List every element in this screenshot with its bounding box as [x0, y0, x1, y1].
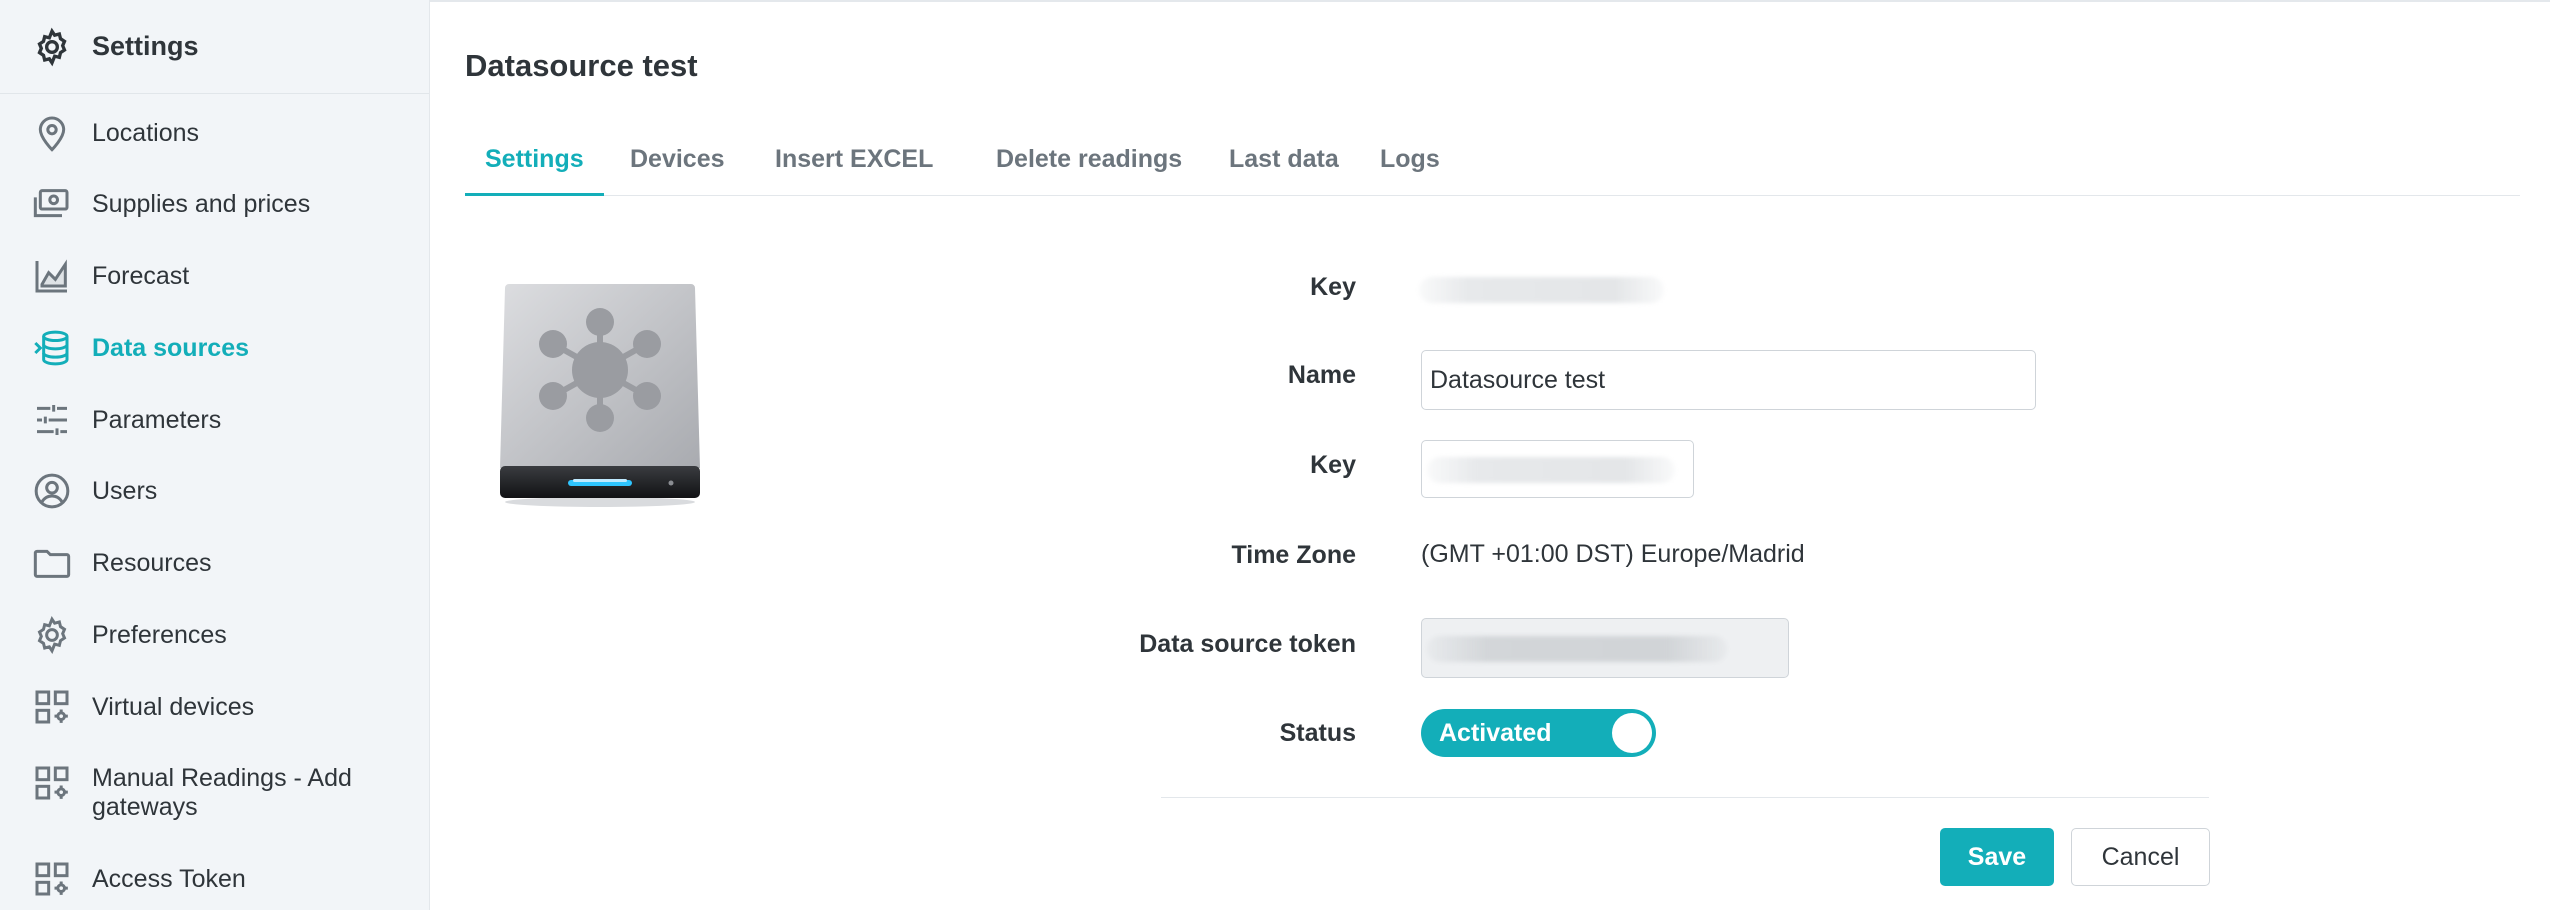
- name-label: Name: [1287, 361, 1356, 389]
- status-toggle-label: Activated: [1439, 719, 1552, 747]
- tab-devices[interactable]: Devices: [610, 130, 745, 196]
- sidebar-item-parameters[interactable]: Parameters: [0, 400, 430, 440]
- chart-area-icon: [35, 259, 67, 293]
- sidebar-item-label: Access Token: [92, 864, 246, 893]
- key-input[interactable]: [1421, 440, 1694, 498]
- timezone-label: Time Zone: [1231, 541, 1356, 569]
- sidebar-item-label: Virtual devices: [92, 692, 255, 721]
- sidebar-item-label: Supplies and prices: [92, 189, 311, 218]
- key2-label: Key: [1310, 451, 1356, 479]
- key-value-redacted: [1419, 277, 1664, 303]
- sidebar-title: Settings: [92, 31, 199, 61]
- database-icon: [34, 330, 69, 366]
- grid-gear-icon: [35, 862, 69, 896]
- page-title: Datasource test: [465, 48, 698, 83]
- sidebar-item-resources[interactable]: Resources: [0, 543, 430, 583]
- sidebar-item-preferences[interactable]: Preferences: [0, 615, 430, 655]
- form-labels: Key Name Key Time Zone Data source token…: [831, 0, 1356, 910]
- money-icon: [33, 189, 69, 218]
- sidebar-item-label: Users: [92, 476, 158, 505]
- gear-icon: [37, 27, 67, 66]
- sidebar-item-label: Preferences: [92, 620, 227, 649]
- name-input[interactable]: [1421, 350, 2036, 410]
- status-toggle[interactable]: Activated: [1421, 709, 1656, 757]
- grid-gear-icon: [35, 766, 69, 800]
- sidebar-item-label: Locations: [92, 118, 200, 147]
- folder-icon: [33, 549, 71, 578]
- sidebar-item-forecast[interactable]: Forecast: [0, 256, 430, 296]
- sidebar-item-access-token[interactable]: Access Token: [0, 859, 430, 899]
- tab-settings[interactable]: Settings: [465, 130, 604, 196]
- datasource-drive-icon: [500, 284, 700, 507]
- sidebar-header: Settings: [0, 0, 429, 94]
- save-button[interactable]: Save: [1940, 828, 2054, 886]
- sidebar-item-label: Resources: [92, 548, 212, 577]
- status-label: Status: [1279, 719, 1356, 747]
- sidebar-item-label: Parameters: [92, 405, 222, 434]
- sidebar-item-manual-readings[interactable]: Manual Readings - Add gateways: [0, 763, 430, 823]
- token-label: Data source token: [1139, 630, 1356, 658]
- sidebar-item-label: Data sources: [92, 333, 250, 362]
- toggle-knob: [1612, 713, 1652, 753]
- tab-logs[interactable]: Logs: [1360, 130, 1460, 196]
- sidebar-item-users[interactable]: Users: [0, 471, 430, 511]
- key-label: Key: [1310, 273, 1356, 301]
- tab-bar: Settings Devices Insert EXCEL Delete rea…: [465, 130, 2520, 196]
- token-input[interactable]: [1421, 618, 1789, 678]
- sliders-icon: [37, 405, 67, 435]
- sidebar-item-data-sources[interactable]: Data sources: [0, 328, 430, 368]
- user-circle-icon: [34, 473, 70, 509]
- token-redacted: [1427, 636, 1727, 662]
- map-pin-icon: [38, 116, 66, 152]
- key-input-redacted: [1427, 457, 1675, 483]
- form-divider: [1161, 797, 2209, 798]
- cancel-button[interactable]: Cancel: [2071, 828, 2210, 886]
- main-content: Datasource test Settings Devices Insert …: [431, 0, 2550, 910]
- grid-gear-icon: [35, 690, 69, 724]
- sidebar-item-virtual-devices[interactable]: Virtual devices: [0, 687, 430, 727]
- timezone-value: (GMT +01:00 DST) Europe/Madrid: [1421, 540, 1805, 568]
- sidebar-item-label: Forecast: [92, 261, 190, 290]
- sidebar-item-label: Manual Readings - Add gateways: [92, 764, 352, 821]
- sidebar-item-supplies[interactable]: Supplies and prices: [0, 184, 430, 224]
- gear-icon: [37, 615, 67, 655]
- sidebar-item-locations[interactable]: Locations: [0, 113, 430, 153]
- settings-sidebar: Settings Locations Supplies and prices F…: [0, 0, 430, 910]
